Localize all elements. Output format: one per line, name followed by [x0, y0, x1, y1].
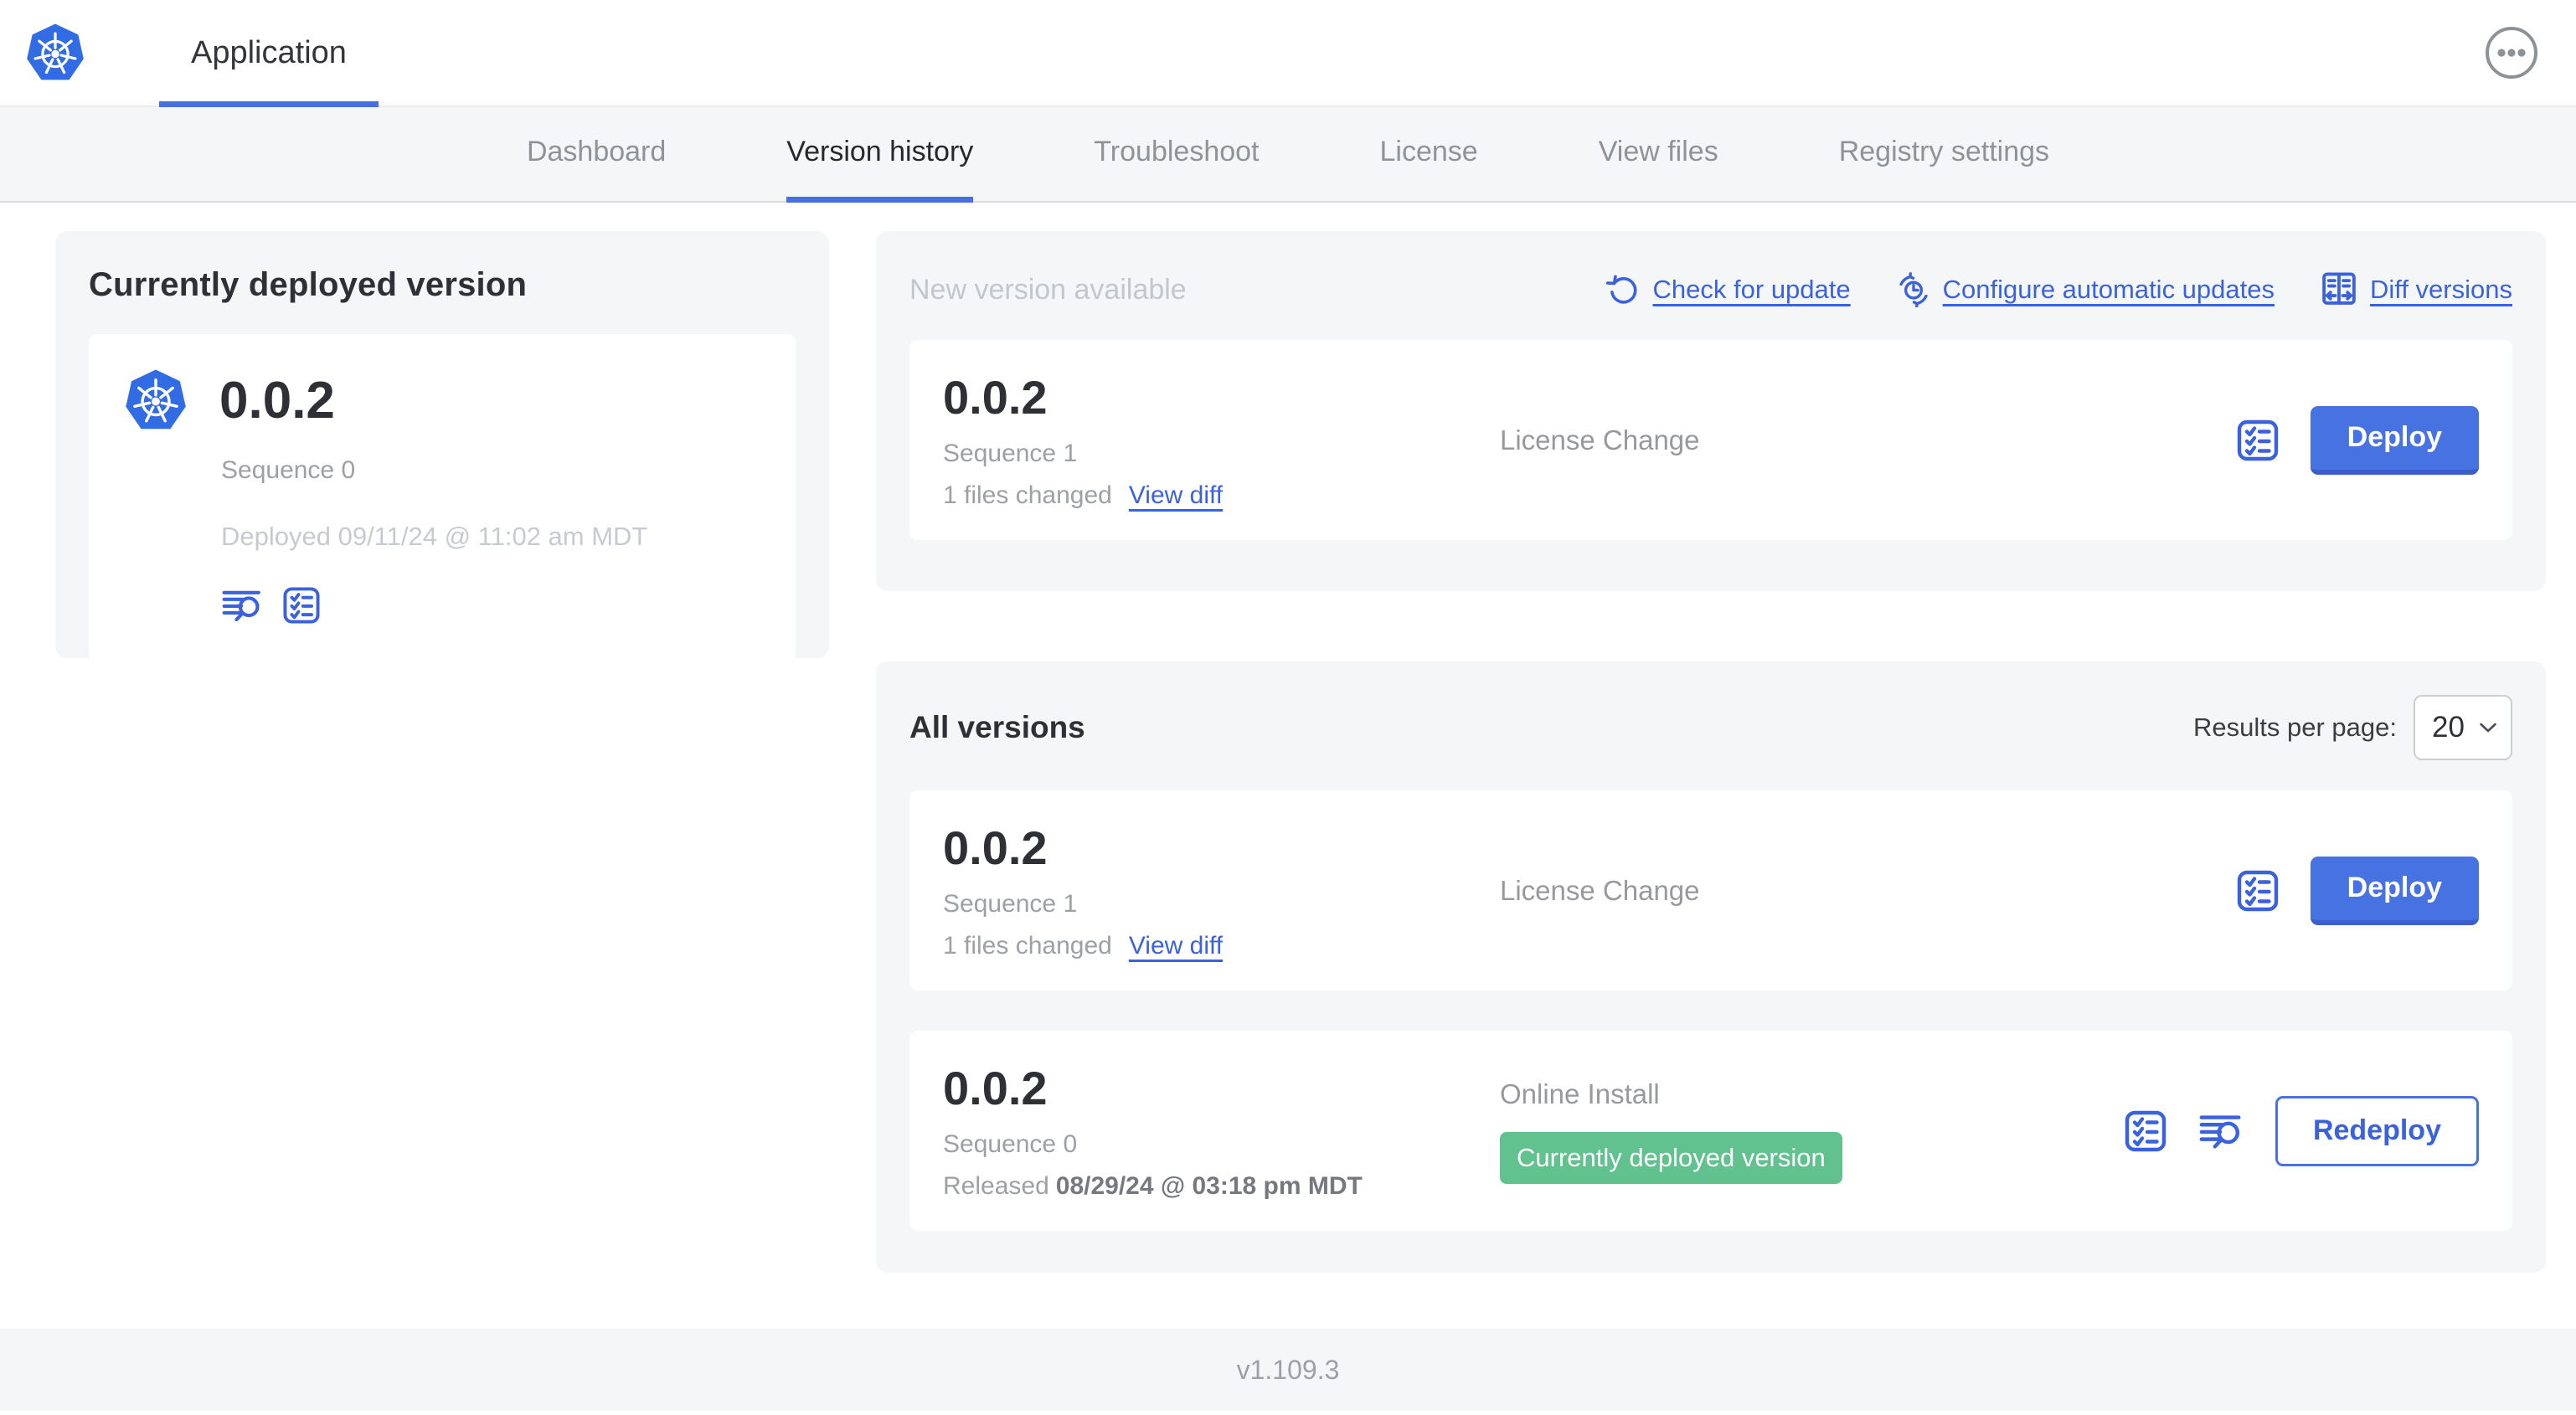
results-per-page-label: Results per page:	[2193, 713, 2397, 742]
version-source-label: License Change	[1500, 424, 1700, 455]
version-sequence: Sequence 1	[943, 890, 1078, 918]
version-number: 0.0.2	[943, 821, 1048, 874]
released-timestamp: 08/29/24 @ 03:18 pm MDT	[1055, 1172, 1363, 1200]
left-column: Currently deployed version 0.0.2 Sequenc…	[55, 231, 829, 662]
logs-icon[interactable]	[2198, 1112, 2245, 1150]
schedule-icon	[1896, 272, 1931, 307]
version-row: 0.0.2 Sequence 0 Released 08/29/24 @ 03:1…	[909, 1031, 2512, 1231]
files-changed-label: 1 files changed	[943, 932, 1112, 960]
currently-deployed-version-card: 0.0.2 Sequence 0 Deployed 09/11/24 @ 11:…	[89, 334, 796, 662]
view-diff-link[interactable]: View diff	[1129, 932, 1223, 960]
checklist-icon[interactable]	[2235, 868, 2280, 913]
tab-view-files[interactable]: View files	[1599, 107, 1718, 203]
tab-dashboard[interactable]: Dashboard	[527, 107, 666, 203]
check-for-update-link[interactable]: Check for update	[1605, 272, 1851, 307]
main-content: Currently deployed version 0.0.2 Sequenc…	[0, 203, 2576, 1273]
new-version-title: New version available	[909, 273, 1187, 306]
logs-icon[interactable]	[221, 587, 265, 624]
tab-troubleshoot[interactable]: Troubleshoot	[1094, 107, 1259, 203]
deployed-sequence: Sequence 0	[221, 456, 356, 484]
kubernetes-logo-icon	[25, 22, 85, 84]
currently-deployed-badge: Currently deployed version	[1500, 1131, 1842, 1184]
files-changed-label: 1 files changed	[943, 481, 1112, 509]
more-options-button[interactable]	[2484, 25, 2539, 80]
configure-automatic-updates-link[interactable]: Configure automatic updates	[1896, 272, 2275, 307]
all-versions-card: All versions Results per page: 20 0.0.2 …	[876, 661, 2546, 1273]
tab-license[interactable]: License	[1380, 107, 1478, 203]
tab-version-history[interactable]: Version history	[786, 107, 974, 203]
app-title-tab[interactable]: Application	[159, 0, 379, 107]
new-version-row: 0.0.2 Sequence 1 1 files changed View di…	[909, 340, 2512, 540]
diff-versions-link[interactable]: Diff versions	[2320, 270, 2512, 309]
app-footer: v1.109.3	[0, 1329, 2576, 1411]
right-column: New version available Check for update C…	[876, 231, 2546, 1273]
view-diff-link[interactable]: View diff	[1129, 481, 1223, 510]
checklist-icon[interactable]	[2235, 418, 2280, 463]
version-sequence: Sequence 1	[943, 440, 1078, 467]
refresh-icon	[1605, 272, 1641, 307]
deployed-version-number: 0.0.2	[219, 371, 335, 430]
tab-registry-settings[interactable]: Registry settings	[1839, 107, 2049, 203]
all-versions-title: All versions	[909, 710, 1085, 744]
app-header: Application	[0, 0, 2576, 107]
currently-deployed-title: Currently deployed version	[89, 266, 528, 303]
version-source-label: Online Install	[1500, 1078, 1660, 1109]
deploy-button[interactable]: Deploy	[2310, 856, 2479, 925]
console-version: v1.109.3	[1236, 1354, 1340, 1385]
diff-icon	[2320, 270, 2358, 309]
currently-deployed-card: Currently deployed version 0.0.2 Sequenc…	[55, 231, 829, 662]
app-subnav: Dashboard Version history Troubleshoot L…	[0, 107, 2576, 203]
version-sequence: Sequence 0	[943, 1130, 1078, 1158]
checklist-icon[interactable]	[281, 585, 322, 625]
chevron-down-icon	[2479, 722, 2497, 733]
released-label: Released	[943, 1172, 1049, 1200]
deploy-button[interactable]: Deploy	[2310, 405, 2479, 475]
app-title: Application	[191, 34, 347, 70]
version-number: 0.0.2	[943, 1062, 1048, 1114]
ellipsis-icon	[2486, 27, 2537, 79]
version-row: 0.0.2 Sequence 1 1 files changed View di…	[909, 790, 2512, 990]
kubernetes-app-icon	[124, 368, 188, 433]
new-version-card: New version available Check for update C…	[876, 231, 2546, 591]
deployed-timestamp: Deployed 09/11/24 @ 11:02 am MDT	[221, 522, 648, 551]
version-number: 0.0.2	[943, 371, 1048, 424]
checklist-icon[interactable]	[2123, 1109, 2168, 1154]
redeploy-button[interactable]: Redeploy	[2275, 1095, 2479, 1166]
results-per-page-select[interactable]: 20	[2414, 695, 2512, 760]
version-source-label: License Change	[1500, 874, 1700, 906]
